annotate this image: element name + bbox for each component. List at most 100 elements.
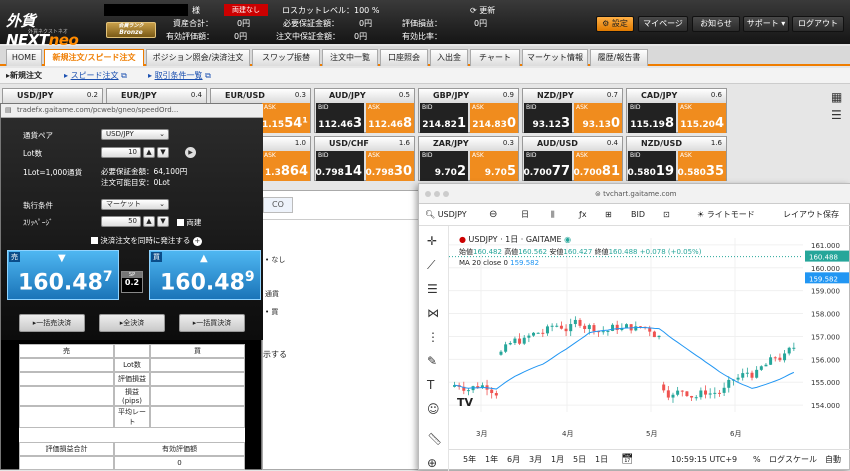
tile-ask-button[interactable]: ASK 1.3864	[262, 151, 310, 181]
ruler-icon[interactable]: 📏︎	[427, 432, 442, 446]
range-button[interactable]: 1月	[551, 450, 564, 470]
effective-value: 0	[113, 456, 245, 470]
crosshair-icon[interactable]: ✛	[427, 234, 437, 248]
slippage-down-button[interactable]: ▼	[157, 216, 169, 227]
tab-co[interactable]: CO	[263, 197, 293, 213]
account-name	[104, 4, 188, 16]
settle-buy-button[interactable]: ▸一括買決済	[179, 314, 245, 332]
rate-tile[interactable]: AUD/USD 0.4 BID 0.70077 ASK 0.70081	[522, 136, 623, 181]
logo[interactable]: 外貨NEXTneo 外貨ネクストネオ	[6, 6, 101, 49]
rate-tile[interactable]: USD/CHF 1.6 BID 0.79814 ASK 0.79830	[314, 136, 415, 181]
tile-bid-button[interactable]: BID 9.702	[420, 151, 468, 181]
calendar-icon[interactable]: 📅︎	[621, 450, 634, 470]
range-button[interactable]: 1年	[485, 450, 498, 470]
tab-chart[interactable]: チャート	[470, 49, 520, 66]
sell-button[interactable]: 売 ▼ 160.487	[7, 250, 119, 300]
currency-select[interactable]: USD/JPY ⌄	[101, 129, 169, 140]
tile-ask-button[interactable]: ASK 115.204	[678, 103, 726, 133]
symbol-search[interactable]: 🔍︎ USDJPY	[425, 204, 467, 226]
candle-style-icon[interactable]: ⫼	[551, 204, 555, 226]
tile-bid-button[interactable]: BID 115.198	[628, 103, 676, 133]
subnav-conditions[interactable]: ▸ 取引条件一覧 ⧉	[148, 70, 211, 81]
notice-button[interactable]: お知らせ	[692, 16, 740, 32]
slippage-up-button[interactable]: ▲	[143, 216, 155, 227]
mypage-button[interactable]: マイページ	[638, 16, 688, 32]
fib-icon[interactable]: ⋮	[427, 330, 439, 344]
tile-bid-button[interactable]: BID 0.79814	[315, 151, 364, 181]
tab-home[interactable]: HOME	[6, 49, 42, 66]
indicator-icon[interactable]: ƒx	[579, 204, 587, 226]
refresh-button[interactable]: ⟳ 更新	[470, 5, 495, 16]
settings-button[interactable]: ⚙ 設定	[596, 16, 634, 32]
tab-market[interactable]: マーケット情報	[522, 49, 588, 66]
exec-select[interactable]: マーケット ⌄	[101, 199, 169, 210]
tile-ask-button[interactable]: ASK 112.468	[366, 103, 414, 133]
range-button[interactable]: 1日	[595, 450, 608, 470]
lot-input[interactable]: 10	[101, 147, 141, 158]
slippage-input[interactable]: 50	[101, 216, 141, 227]
tab-new-order[interactable]: 新規注文/スピード注文	[44, 49, 144, 66]
light-mode-button[interactable]: ☀ ライトモード	[697, 204, 755, 226]
hedge-checkbox[interactable]: 両建	[177, 217, 201, 228]
range-button[interactable]: 5年	[463, 450, 476, 470]
tile-ask-button[interactable]: ASK 9.705	[470, 151, 518, 181]
emoji-icon[interactable]: ☺	[427, 402, 440, 416]
tile-ask-button[interactable]: ASK 93.130	[574, 103, 622, 133]
tile-bid-button[interactable]: BID 112.463	[316, 103, 364, 133]
tab-swap[interactable]: スワップ振替	[252, 49, 320, 66]
logout-button[interactable]: ログアウト	[792, 16, 844, 32]
tile-bid-button[interactable]: BID 0.70077	[523, 151, 572, 181]
compare-icon[interactable]: ⊖	[489, 204, 497, 226]
settle-same-checkbox[interactable]: 決済注文を同時に発注する +	[91, 235, 202, 246]
auto-scale-button[interactable]: 自動	[825, 450, 841, 470]
rate-tile[interactable]: NZD/USD 1.6 BID 0.58019 ASK 0.58035	[626, 136, 727, 181]
option-buy[interactable]: • 買	[265, 307, 278, 317]
lot-play-button[interactable]: ▶	[185, 147, 196, 158]
fullscreen-icon[interactable]: ⊡	[663, 204, 670, 226]
tile-ask-button[interactable]: ASK 214.830	[470, 103, 518, 133]
rate-tile[interactable]: CAD/JPY 0.6 BID 115.198 ASK 115.204	[626, 88, 727, 133]
tab-account[interactable]: 口座照会	[380, 49, 428, 66]
zoom-icon[interactable]: ⊕	[427, 456, 437, 470]
log-scale-button[interactable]: ログスケール	[769, 450, 817, 470]
hline-icon[interactable]: ☰	[427, 282, 438, 296]
rate-tile[interactable]: ZAR/JPY 0.3 BID 9.702 ASK 9.705	[418, 136, 519, 181]
lot-down-button[interactable]: ▼	[157, 147, 169, 158]
tile-ask-button[interactable]: ASK 1.1554¹	[262, 103, 310, 133]
settle-sell-button[interactable]: ▸一括売決済	[19, 314, 85, 332]
buy-button[interactable]: 買 ▲ 160.489	[149, 250, 261, 300]
tile-ask-button[interactable]: ASK 0.79830	[365, 151, 414, 181]
range-button[interactable]: 3月	[529, 450, 542, 470]
bid-button[interactable]: BID	[631, 204, 645, 226]
rate-tile[interactable]: GBP/JPY 0.9 BID 214.821 ASK 214.830	[418, 88, 519, 133]
template-icon[interactable]: ⊞	[605, 204, 612, 226]
text-icon[interactable]: T	[427, 378, 434, 392]
support-button[interactable]: サポート ▾	[743, 16, 789, 32]
grid-view-icon[interactable]: ▦	[831, 90, 842, 104]
range-button[interactable]: 6月	[507, 450, 520, 470]
option-none[interactable]: • なし	[265, 255, 285, 265]
rate-tile[interactable]: NZD/JPY 0.7 BID 93.123 ASK 93.130	[522, 88, 623, 133]
rate-tile[interactable]: AUD/JPY 0.5 BID 112.463 ASK 112.468	[314, 88, 415, 133]
tile-bid-button[interactable]: BID 0.58019	[627, 151, 676, 181]
brush-icon[interactable]: ✎	[427, 354, 437, 368]
save-layout-button[interactable]: レイアウト保存	[783, 204, 839, 226]
trendline-icon[interactable]: ⟋	[427, 258, 435, 273]
subnav-speed-order[interactable]: ▸ スピード注文 ⧉	[64, 70, 127, 81]
tab-orders[interactable]: 注文中一覧	[322, 49, 378, 66]
range-button[interactable]: 5日	[573, 450, 586, 470]
settle-all-button[interactable]: ▸全決済	[99, 314, 165, 332]
tile-ask-button[interactable]: ASK 0.70081	[573, 151, 622, 181]
tile-ask-button[interactable]: ASK 0.58035	[677, 151, 726, 181]
tab-position[interactable]: ポジション照会/決済注文	[146, 49, 250, 66]
list-view-icon[interactable]: ☰	[831, 108, 842, 122]
pattern-icon[interactable]: ⋈	[427, 306, 439, 320]
interval-button[interactable]: 日	[521, 204, 529, 226]
percent-button[interactable]: %	[753, 450, 761, 470]
tile-bid-button[interactable]: BID 93.123	[524, 103, 572, 133]
tab-deposit[interactable]: 入出金	[430, 49, 468, 66]
subnav-new-order[interactable]: ▸新規注文	[6, 70, 42, 81]
tile-bid-button[interactable]: BID 214.821	[420, 103, 468, 133]
tab-history[interactable]: 履歴/報告書	[590, 49, 648, 66]
lot-up-button[interactable]: ▲	[143, 147, 155, 158]
